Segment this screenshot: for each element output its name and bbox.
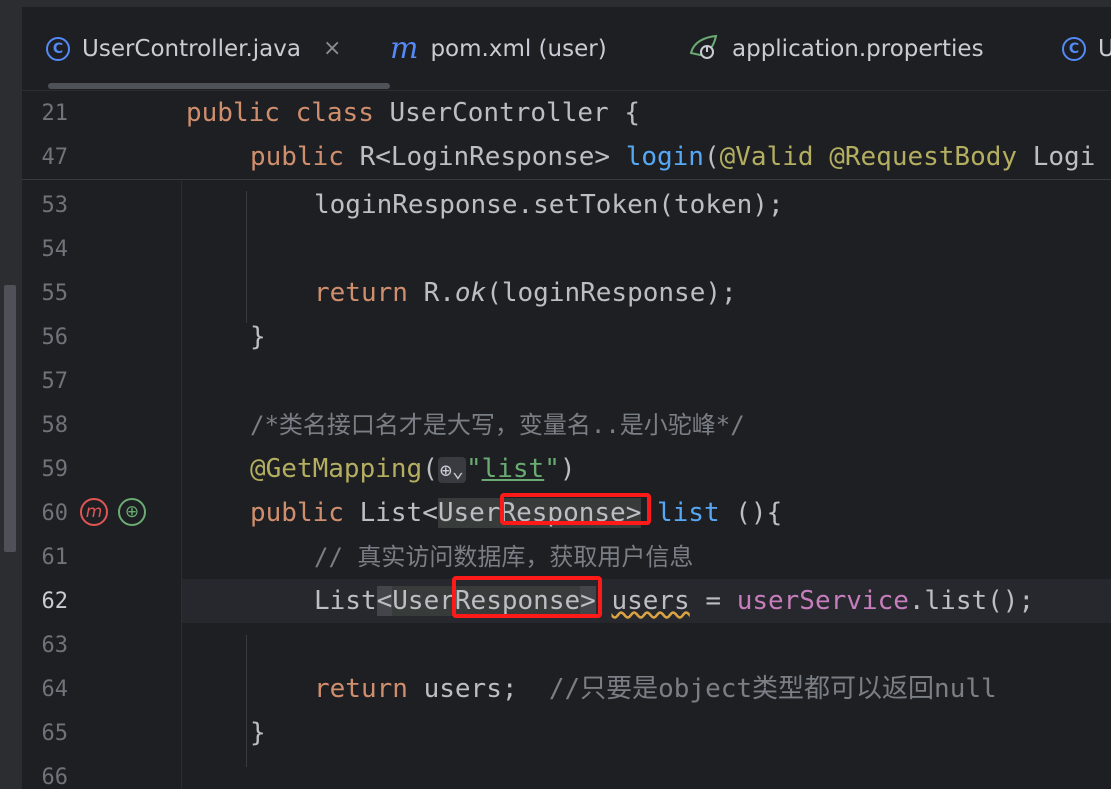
code-text: return users; //只要是object类型都可以返回null bbox=[314, 674, 997, 704]
line-number: 61 bbox=[41, 545, 69, 570]
code-line[interactable]: 47 public R<LoginResponse> login(@Valid … bbox=[22, 135, 1111, 179]
close-icon[interactable]: × bbox=[323, 36, 341, 61]
maven-icon: m bbox=[390, 30, 419, 66]
editor-tab-bar: C UserController.java × m pom.xml (user)… bbox=[22, 7, 1111, 91]
code-line[interactable]: 63 bbox=[22, 623, 1111, 667]
tab-usercontroller-java[interactable]: C UserController.java × bbox=[46, 7, 341, 90]
code-text: // 真实访问数据库，获取用户信息 bbox=[314, 543, 694, 571]
line-number: 58 bbox=[41, 413, 69, 438]
line-number: 65 bbox=[41, 721, 69, 746]
line-number: 64 bbox=[41, 677, 69, 702]
code-line[interactable]: 64 return users; //只要是object类型都可以返回null bbox=[22, 667, 1111, 711]
class-icon: C bbox=[46, 36, 70, 61]
line-number: 60 bbox=[41, 501, 69, 526]
line-number: 63 bbox=[41, 633, 69, 658]
class-icon: C bbox=[1062, 36, 1086, 61]
code-text: loginResponse.setToken(token); bbox=[314, 190, 784, 220]
line-number: 47 bbox=[41, 145, 69, 170]
code-line[interactable]: 56 } bbox=[22, 315, 1111, 359]
sticky-lines-separator bbox=[22, 179, 1111, 180]
tab-label: UserController.java bbox=[82, 35, 301, 62]
annotation-highlight-box bbox=[500, 493, 651, 525]
code-text: public R<LoginResponse> login(@Valid @Re… bbox=[250, 142, 1096, 172]
code-text: List<UserResponse> users = userService.l… bbox=[314, 586, 1035, 616]
line-number: 21 bbox=[41, 101, 69, 126]
ide-window: C UserController.java × m pom.xml (user)… bbox=[0, 0, 1111, 789]
spring-properties-icon bbox=[688, 31, 720, 67]
mybatis-mapper-icon[interactable]: m bbox=[80, 498, 108, 526]
line-number: 57 bbox=[41, 369, 69, 394]
code-line[interactable]: 59 @GetMapping(⊕⌄"list") bbox=[22, 447, 1111, 491]
tab-pom-xml[interactable]: m pom.xml (user) bbox=[390, 7, 607, 90]
active-tab-indicator bbox=[48, 83, 390, 89]
code-text: @GetMapping(⊕⌄"list") bbox=[250, 454, 576, 484]
spring-web-endpoint-icon[interactable]: ⊕ bbox=[118, 498, 146, 526]
line-number: 66 bbox=[41, 765, 69, 789]
line-number: 59 bbox=[41, 457, 69, 482]
tab-application-properties[interactable]: application.properties bbox=[688, 7, 984, 90]
line-number: 56 bbox=[41, 325, 69, 350]
line-number: 62 bbox=[41, 589, 69, 614]
tab-label: pom.xml (user) bbox=[430, 35, 607, 62]
line-number: 55 bbox=[41, 281, 69, 306]
code-line[interactable]: 65 } bbox=[22, 711, 1111, 755]
tab-overflow[interactable]: C U bbox=[1062, 7, 1111, 90]
code-line[interactable]: 57 bbox=[22, 359, 1111, 403]
title-strip bbox=[0, 0, 1111, 7]
code-line[interactable]: 21 public class UserController { bbox=[22, 91, 1111, 135]
url-globe-icon[interactable]: ⊕⌄ bbox=[437, 456, 466, 483]
line-number: 53 bbox=[41, 193, 69, 218]
code-text: /*类名接口名才是大写，变量名..是小驼峰*/ bbox=[250, 411, 745, 439]
code-text: return R.ok(loginResponse); bbox=[314, 278, 737, 308]
code-line[interactable]: 54 bbox=[22, 227, 1111, 271]
line-number: 54 bbox=[41, 237, 69, 262]
code-line[interactable]: 66 bbox=[22, 755, 1111, 789]
code-line[interactable]: 55 return R.ok(loginResponse); bbox=[22, 271, 1111, 315]
code-line[interactable]: 58 /*类名接口名才是大写，变量名..是小驼峰*/ bbox=[22, 403, 1111, 447]
code-text: } bbox=[250, 322, 266, 352]
code-line[interactable]: 53 loginResponse.setToken(token); bbox=[22, 183, 1111, 227]
annotation-highlight-box bbox=[452, 576, 602, 618]
tab-label: U bbox=[1098, 35, 1111, 62]
scrollbar-thumb[interactable] bbox=[4, 285, 16, 552]
code-text: } bbox=[250, 718, 266, 748]
code-line[interactable]: 61 // 真实访问数据库，获取用户信息 bbox=[22, 535, 1111, 579]
tab-label: application.properties bbox=[732, 35, 984, 62]
code-text: public class UserController { bbox=[186, 98, 640, 128]
code-editor[interactable]: 21 public class UserController { 47 publ… bbox=[22, 91, 1111, 789]
left-scroll-strip bbox=[0, 0, 22, 789]
